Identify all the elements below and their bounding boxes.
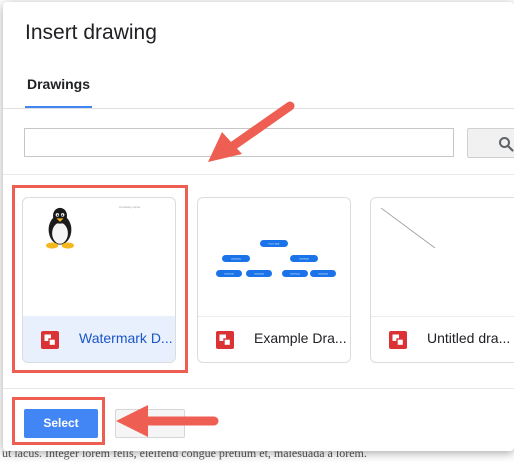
drawing-name: Untitled dra... — [427, 330, 511, 346]
org-node-label: Child Node — [318, 274, 329, 276]
org-node-label: Child Node — [290, 274, 301, 276]
drawing-name: Example Dra... — [254, 330, 347, 346]
drawing-thumbnail — [371, 198, 514, 316]
screen-frame: ut lacus. Integer lorem felis, eleifend … — [0, 0, 514, 462]
org-node-label: Child Node — [254, 274, 265, 276]
drawings-file-icon — [389, 331, 407, 349]
org-node-label: Child Node — [224, 274, 235, 276]
drawing-card-example[interactable]: Parent Node Child Node Child Node Child … — [197, 197, 351, 363]
footer-divider — [3, 388, 514, 389]
highlight-select-button — [12, 397, 105, 445]
drawing-thumbnail: Parent Node Child Node Child Node Child … — [198, 198, 350, 316]
highlight-selected-drawing — [12, 185, 188, 373]
dialog-title: Insert drawing — [25, 21, 157, 44]
tab-drawings[interactable]: Drawings — [27, 76, 90, 92]
org-node-label: Child Node — [299, 259, 310, 261]
content-divider — [3, 174, 514, 175]
search-icon — [499, 137, 514, 152]
org-node-label: Child Node — [231, 259, 242, 261]
annotation-arrow-icon — [116, 405, 219, 437]
org-chart-thumbnail: Parent Node Child Node Child Node Child … — [216, 240, 336, 277]
annotation-arrow-icon — [208, 101, 295, 162]
search-button[interactable] — [467, 128, 514, 158]
drawing-card-footer: Example Dra... — [198, 316, 350, 362]
line-drawing-thumbnail — [380, 207, 436, 249]
drawing-card-footer: Untitled dra... — [371, 316, 514, 362]
drawing-card-untitled[interactable]: Untitled dra... — [370, 197, 514, 363]
drawings-file-icon — [216, 331, 234, 349]
org-node-label: Parent Node — [268, 243, 280, 246]
